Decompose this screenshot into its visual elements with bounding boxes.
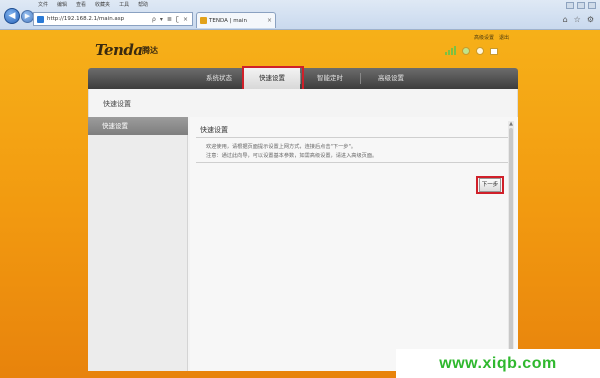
maximize-button[interactable] [577,2,585,9]
menu-file[interactable]: 文件 [38,1,48,9]
dropdown-icon[interactable]: ▾ [160,16,163,23]
browser-menubar: 文件 编辑 查看 收藏夹 工具 帮助 [38,1,148,9]
device-status-icon [490,48,498,55]
close-window-button[interactable] [588,2,596,9]
home-icon[interactable]: ⌂ [563,15,568,24]
notice-line-2: 注意：通过此向导，可以设置基本参数，如需高级设置，请进入高级页面。 [206,153,378,159]
tenda-logo-cn: 腾达 [142,46,158,55]
sidebar-item-quick-setup[interactable]: 快速设置 [88,117,188,135]
browser-right-tools: ⌂ ☆ ⚙ [563,15,594,24]
watermark: www.xiqb.com [396,349,600,378]
wifi-signal-icon [445,46,456,55]
logout-link[interactable]: 退出 [499,34,509,41]
notice-line-1: 欢迎使用，请根据页面提示设置上网方式，连接后点击"下一步"。 [206,144,357,150]
system-status-icon [476,47,484,55]
status-icons [445,46,498,55]
next-highlight-box [476,176,504,194]
internet-status-icon [462,47,470,55]
page-favicon-icon [37,15,44,23]
page-title: 快速设置 [103,100,131,108]
tab-system-status[interactable]: 系统状态 [188,68,250,89]
tenda-logo: Tenda [95,41,143,59]
tab-close-icon[interactable]: × [267,17,272,24]
tab-favicon-icon [200,17,207,24]
menu-edit[interactable]: 编辑 [57,1,67,9]
favorites-star-icon[interactable]: ☆ [574,15,581,24]
stop-icon[interactable]: × [183,16,188,23]
scroll-up-icon[interactable]: ▲ [508,121,514,127]
divider [196,137,508,138]
address-tools: ρ ▾ ≣ ʗ × [152,16,192,23]
minimize-button[interactable] [566,2,574,9]
search-icon[interactable]: ρ [152,16,156,23]
address-bar[interactable]: http://192.168.2.1/main.asp ρ ▾ ≣ ʗ × [33,12,193,26]
divider [196,162,508,163]
browser-tab[interactable]: TENDA | main × [196,12,276,28]
refresh-icon[interactable]: ʗ [176,16,179,23]
back-button[interactable]: ◀ [4,8,20,24]
settings-gear-icon[interactable]: ⚙ [587,15,594,24]
menu-tools[interactable]: 工具 [119,1,129,9]
header-links: 高级设置 退出 [474,34,509,41]
menu-help[interactable]: 帮助 [138,1,148,9]
menu-favorites[interactable]: 收藏夹 [95,1,110,9]
browser-chrome: 文件 编辑 查看 收藏夹 工具 帮助 ◀ ▶ http://192.168.2.… [0,0,600,30]
menu-view[interactable]: 查看 [76,1,86,9]
advanced-settings-link[interactable]: 高级设置 [474,34,494,41]
scrollbar-thumb[interactable] [509,128,513,356]
address-url[interactable]: http://192.168.2.1/main.asp [47,16,152,22]
window-controls [566,2,596,9]
content-title: 快速设置 [200,126,228,134]
tab-advanced-settings[interactable]: 高级设置 [360,68,422,89]
tab-smart-timer[interactable]: 智能定时 [300,68,360,89]
tab-title: TENDA | main [209,17,247,24]
sidebar: 快速设置 [88,117,188,371]
compat-view-icon[interactable]: ≣ [167,16,172,23]
